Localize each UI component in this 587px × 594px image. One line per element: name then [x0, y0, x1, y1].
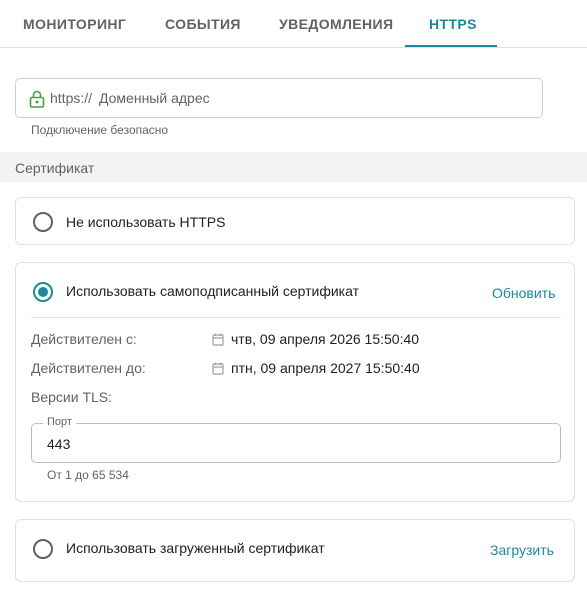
option-card-uploaded[interactable]: Использовать загруженный сертификат Загр…: [15, 519, 575, 582]
tab-notifications[interactable]: УВЕДОМЛЕНИЯ: [279, 0, 393, 48]
valid-from-label: Действителен с:: [31, 331, 137, 347]
port-input[interactable]: [47, 434, 247, 454]
port-field[interactable]: Порт: [31, 416, 561, 463]
tab-https[interactable]: HTTPS: [429, 0, 477, 48]
valid-to-label: Действителен до:: [31, 360, 146, 376]
domain-hint: Подключение безопасно: [31, 123, 169, 137]
port-hint: От 1 до 65 534: [47, 468, 129, 482]
option-label-no-https: Не использовать HTTPS: [66, 214, 226, 230]
option-label-uploaded: Использовать загруженный сертификат: [66, 540, 325, 556]
calendar-icon: [212, 362, 224, 375]
option-label-self-signed: Использовать самоподписанный сертификат: [66, 283, 359, 299]
certificate-section-header: Сертификат: [0, 152, 587, 182]
tab-events[interactable]: СОБЫТИЯ: [165, 0, 241, 48]
valid-to-value: птн, 09 апреля 2027 15:50:40: [231, 360, 420, 376]
radio-no-https[interactable]: [33, 212, 53, 232]
tab-monitoring[interactable]: МОНИТОРИНГ: [23, 0, 126, 48]
divider: [31, 317, 561, 318]
domain-prefix: https://: [50, 90, 93, 106]
domain-input[interactable]: [99, 87, 519, 109]
lock-icon: [29, 90, 45, 108]
domain-field[interactable]: https://: [15, 78, 543, 118]
port-label: Порт: [43, 416, 76, 428]
radio-uploaded[interactable]: [33, 539, 53, 559]
section-title: Сертификат: [15, 160, 95, 176]
upload-button[interactable]: Загрузить: [490, 542, 554, 558]
renew-button[interactable]: Обновить: [492, 285, 555, 301]
calendar-icon: [212, 333, 224, 346]
active-tab-indicator: [405, 45, 497, 47]
radio-self-signed[interactable]: [33, 282, 53, 302]
option-card-no-https[interactable]: Не использовать HTTPS: [15, 197, 575, 245]
tls-versions-label: Версии TLS:: [31, 389, 113, 405]
option-card-self-signed[interactable]: Использовать самоподписанный сертификат …: [15, 262, 575, 502]
valid-from-value: чтв, 09 апреля 2026 15:50:40: [231, 331, 420, 347]
tab-bar: МОНИТОРИНГ СОБЫТИЯ УВЕДОМЛЕНИЯ HTTPS: [0, 0, 587, 48]
